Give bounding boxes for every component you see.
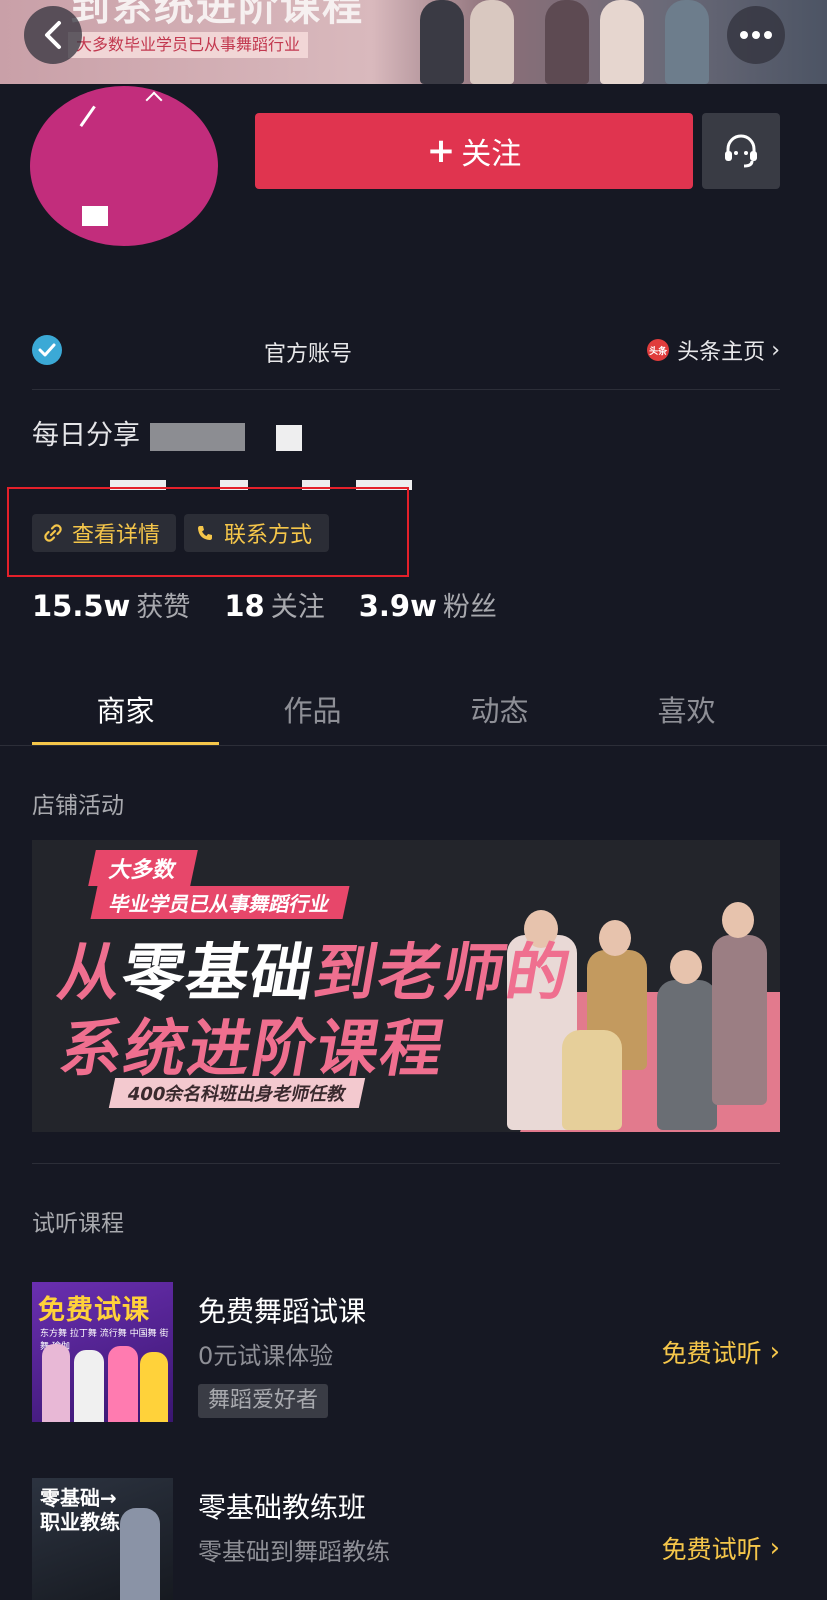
following-label[interactable]: 关注 <box>271 585 325 624</box>
store-activity-title: 店铺活动 <box>32 793 124 819</box>
banner-dancer-head <box>722 902 754 938</box>
chevron-right-icon: › <box>769 1337 780 1367</box>
course-item[interactable]: 免费试课 东方舞 拉丁舞 流行舞 中国舞 街舞 瑜伽 免费舞蹈试课 0元试课体验… <box>32 1282 780 1422</box>
chevron-right-icon: › <box>771 337 780 363</box>
cover-dancer <box>470 0 514 84</box>
avatar-mark <box>82 206 108 226</box>
likes-count: 15.5w <box>32 589 131 623</box>
store-activity-banner[interactable]: 大多数 毕业学员已从事舞蹈行业 从零基础到老师的 系统进阶课程 400余名科班出… <box>32 840 780 1132</box>
tab-likes[interactable]: 喜欢 <box>593 680 780 746</box>
more-button[interactable] <box>727 6 785 64</box>
trial-courses-title: 试听课程 <box>32 1211 124 1237</box>
banner-footer: 400余名科班出身老师任教 <box>108 1078 365 1108</box>
course-thumbnail: 免费试课 东方舞 拉丁舞 流行舞 中国舞 街舞 瑜伽 <box>32 1282 173 1422</box>
course-tag: 舞蹈爱好者 <box>198 1384 329 1418</box>
thumbnail-title: 免费试课 <box>38 1295 150 1326</box>
thumbnail-title: 零基础→ 职业教练 <box>40 1486 120 1534</box>
thumbnail-dancer <box>120 1508 160 1600</box>
thumbnail-dancer <box>140 1352 168 1422</box>
plus-icon: + <box>426 131 456 171</box>
highlight-annotation-box <box>7 487 409 577</box>
course-title: 免费舞蹈试课 <box>198 1295 367 1328</box>
thumbnail-dancer <box>108 1346 138 1422</box>
avatar-mark <box>145 91 163 109</box>
course-title: 零基础教练班 <box>198 1491 367 1524</box>
cover-dancer <box>545 0 589 84</box>
banner-tag: 大多数 <box>88 850 198 886</box>
likes-label: 获赞 <box>136 592 191 623</box>
verified-check-icon <box>32 335 62 365</box>
thumbnail-dancer <box>42 1344 70 1422</box>
cover-dancer <box>665 0 709 84</box>
toutiao-link-label: 头条主页 <box>677 340 766 365</box>
cover-dancer <box>420 0 464 84</box>
toutiao-homepage-link[interactable]: 头条 头条主页 › <box>647 334 780 366</box>
divider <box>0 745 827 746</box>
thumbnail-dancer <box>74 1350 104 1422</box>
free-trial-button[interactable]: 免费试听 › <box>662 1334 780 1370</box>
follow-button[interactable]: + 关注 <box>255 113 693 189</box>
banner-tag: 毕业学员已从事舞蹈行业 <box>90 886 350 919</box>
avatar-mark <box>79 105 107 135</box>
verified-row: 官方账号 头条 头条主页 › <box>32 330 780 370</box>
back-button[interactable] <box>24 6 82 64</box>
profile-cover: 到系统进阶课程 大多数毕业学员已从事舞蹈行业 <box>0 0 827 84</box>
tab-merchant[interactable]: 商家 <box>32 680 219 746</box>
tab-works[interactable]: 作品 <box>219 680 406 746</box>
chevron-left-icon <box>45 21 61 49</box>
course-subtitle: 零基础到舞蹈教练 <box>198 1538 390 1566</box>
official-account-label: 官方账号 <box>264 342 353 367</box>
redacted-block <box>276 425 302 451</box>
redacted-block <box>150 423 245 451</box>
banner-dancer <box>712 935 767 1105</box>
course-thumbnail: 零基础→ 职业教练 <box>32 1478 173 1600</box>
banner-headline: 系统进阶课程 <box>54 1012 452 1085</box>
follow-label: 关注 <box>461 137 522 172</box>
free-trial-label: 免费试听 <box>661 1535 762 1564</box>
profile-tabs: 商家 作品 动态 喜欢 <box>32 680 780 746</box>
banner-dancer <box>562 1030 622 1130</box>
followers-label[interactable]: 粉丝 <box>443 585 497 624</box>
more-icon <box>740 31 772 39</box>
headset-icon <box>725 134 757 168</box>
free-trial-label: 免费试听 <box>661 1339 762 1368</box>
following-count[interactable]: 18 <box>224 589 264 623</box>
course-item[interactable]: 零基础→ 职业教练 零基础教练班 零基础到舞蹈教练 免费试听 › <box>32 1478 780 1600</box>
cover-title-fragment: 到系统进阶课程 <box>70 0 364 30</box>
bio-text: 每日分享 <box>32 420 140 451</box>
banner-dancer <box>657 980 717 1130</box>
divider <box>32 1163 780 1164</box>
chevron-right-icon: › <box>769 1533 780 1563</box>
free-trial-button[interactable]: 免费试听 › <box>662 1530 780 1566</box>
cover-dancer <box>600 0 644 84</box>
customer-service-button[interactable] <box>702 113 780 189</box>
banner-dancer-head <box>599 920 631 956</box>
divider <box>32 389 780 390</box>
avatar[interactable] <box>30 86 218 246</box>
profile-stats: 15.5w 获赞 18 关注 3.9w 粉丝 <box>32 585 531 624</box>
banner-dancer-head <box>670 950 702 984</box>
course-subtitle: 0元试课体验 <box>198 1342 334 1370</box>
toutiao-logo-icon: 头条 <box>647 339 670 361</box>
tab-activity[interactable]: 动态 <box>406 680 593 746</box>
cover-subtitle: 大多数毕业学员已从事舞蹈行业 <box>68 32 309 58</box>
followers-count[interactable]: 3.9w <box>359 589 437 623</box>
